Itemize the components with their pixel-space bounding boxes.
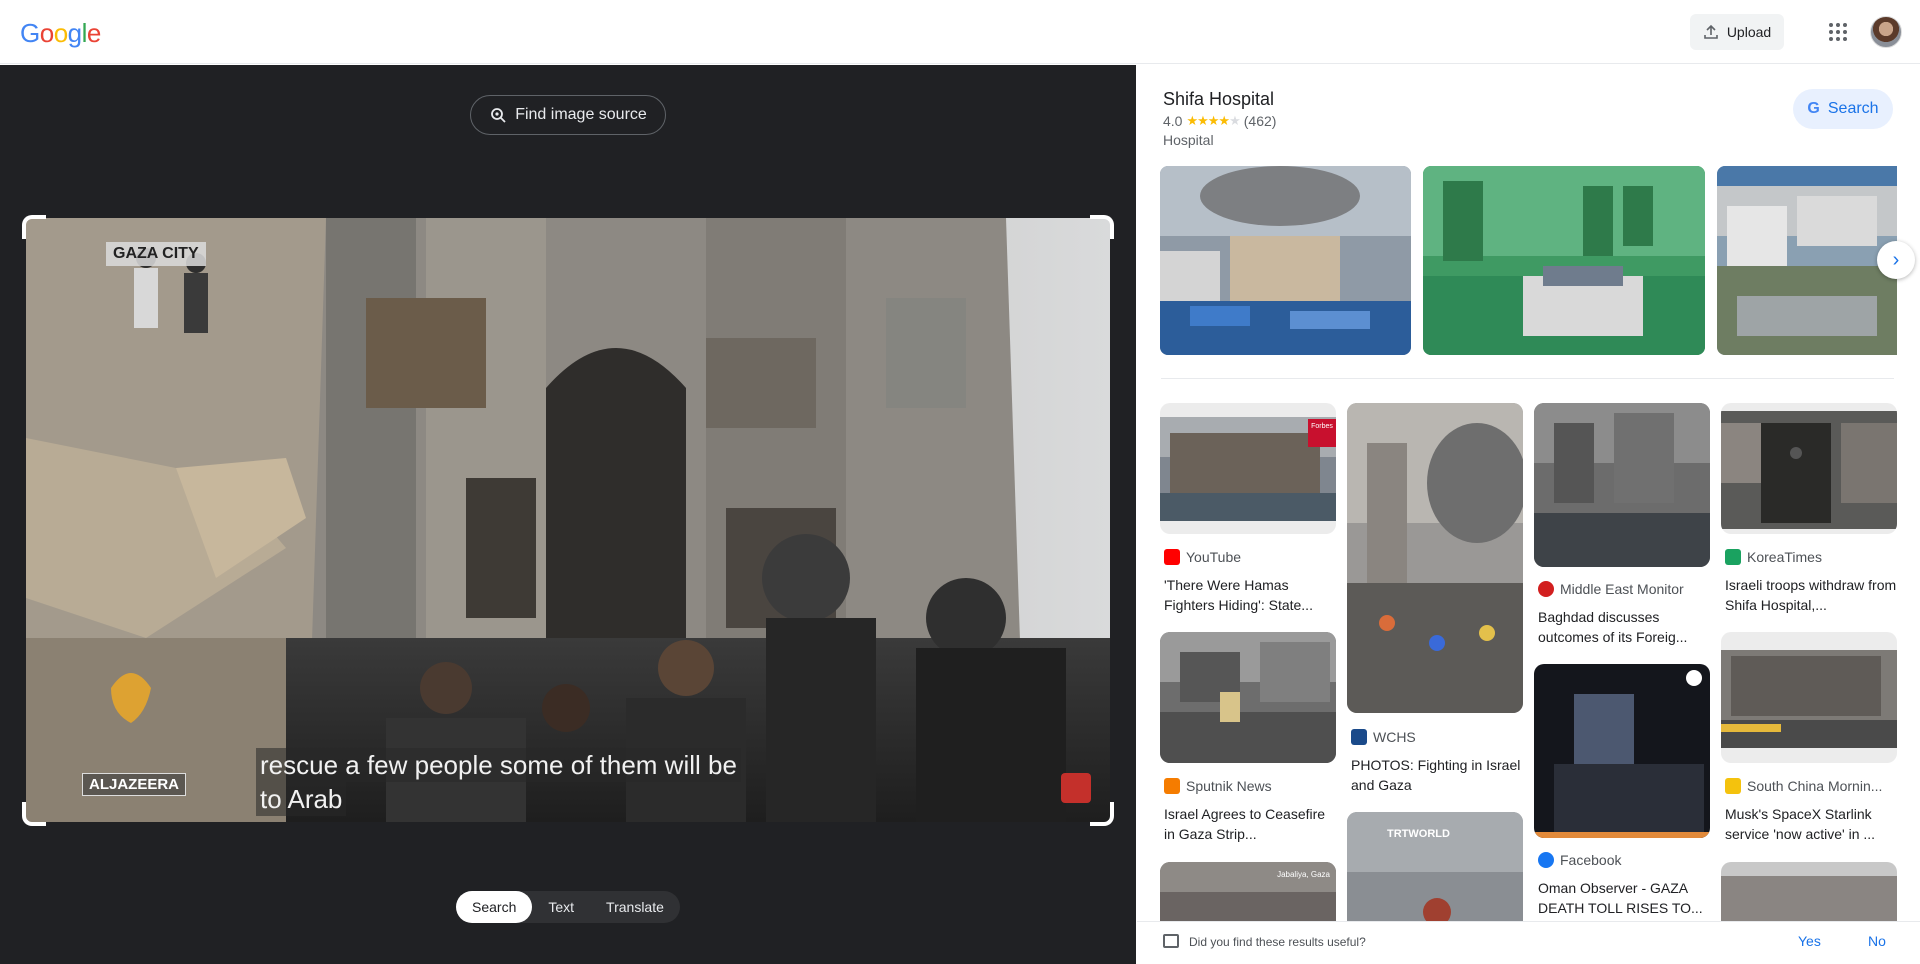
scmp-icon: [1725, 778, 1741, 794]
feedback-question: Did you find these results useful?: [1189, 935, 1366, 949]
location-tag: GAZA CITY: [106, 242, 206, 266]
caption-line-1: rescue a few people some of them will be: [256, 748, 741, 782]
rating-value: 4.0: [1163, 113, 1183, 129]
result-title: Israel Agrees to Ceasefire in Gaza Strip…: [1164, 806, 1326, 842]
result-source: South China Mornin...: [1725, 778, 1882, 794]
jabaliya-label: Jabaliya, Gaza: [1277, 870, 1330, 879]
feedback-bar: Did you find these results useful? Yes N…: [1137, 921, 1920, 964]
result-card-wchs[interactable]: WCHS PHOTOS: Fighting in Israel and Gaza: [1347, 403, 1523, 803]
result-title: Israeli troops withdraw from Shifa Hospi…: [1725, 577, 1897, 613]
result-source: WCHS: [1351, 729, 1416, 745]
place-title[interactable]: Shifa Hospital: [1163, 89, 1274, 110]
youtube-icon: [1164, 549, 1180, 565]
lens-search-icon: [491, 108, 506, 123]
place-type: Hospital: [1163, 132, 1214, 148]
result-thumbnail: TRTWORLD: [1347, 812, 1523, 921]
feedback-icon: [1163, 934, 1179, 948]
result-source: YouTube: [1164, 549, 1241, 565]
result-thumbnail: [1721, 403, 1897, 534]
result-title: Oman Observer - GAZA DEATH TOLL RISES TO…: [1538, 880, 1703, 916]
find-image-source-button[interactable]: Find image source: [470, 95, 666, 135]
result-card-koreatimes[interactable]: KoreaTimes Israeli troops withdraw from …: [1721, 403, 1897, 613]
result-source: Middle East Monitor: [1538, 581, 1684, 597]
koreatimes-icon: [1725, 549, 1741, 565]
result-thumbnail: [1721, 632, 1897, 763]
result-thumbnail: [1534, 664, 1710, 838]
upload-button[interactable]: Upload: [1690, 14, 1784, 50]
upload-icon: [1704, 24, 1718, 39]
result-card-scmp[interactable]: South China Mornin... Musk's SpaceX Star…: [1721, 632, 1897, 842]
forbes-badge: Forbes: [1311, 423, 1333, 430]
upload-label: Upload: [1726, 24, 1772, 40]
result-source: KoreaTimes: [1725, 549, 1822, 565]
google-logo[interactable]: Google: [20, 18, 101, 49]
result-source: Sputnik News: [1164, 778, 1272, 794]
feedback-no-button[interactable]: No: [1868, 933, 1886, 949]
result-card-trtworld[interactable]: TRTWORLD: [1347, 812, 1523, 921]
youtube-badge-icon: [1061, 773, 1091, 803]
crop-handle-top-right[interactable]: [1090, 215, 1114, 239]
mode-tab-search[interactable]: Search: [456, 891, 533, 923]
trtworld-label: TRTWORLD: [1387, 828, 1450, 840]
lens-mode-tabs: Search Text Translate: [456, 891, 680, 923]
account-avatar[interactable]: [1870, 16, 1902, 48]
find-image-source-label: Find image source: [515, 106, 647, 123]
place-image-2[interactable]: [1423, 166, 1705, 355]
result-card-facebook[interactable]: Facebook Oman Observer - GAZA DEATH TOLL…: [1534, 664, 1710, 921]
result-card-partial-2[interactable]: [1721, 862, 1897, 921]
crop-handle-top-left[interactable]: [22, 215, 46, 239]
middle-east-monitor-icon: [1538, 581, 1554, 597]
crop-handle-bottom-left[interactable]: [22, 802, 46, 826]
facebook-icon: [1538, 852, 1554, 868]
results-panel: Shifa Hospital 4.0 ★★★★★ (462) Hospital …: [1137, 65, 1920, 964]
place-search-label: Search: [1827, 100, 1879, 117]
crop-handle-bottom-right[interactable]: [1090, 802, 1114, 826]
video-caption: rescue a few people some of them will be…: [256, 748, 741, 816]
result-card-sputnik[interactable]: Sputnik News Israel Agrees to Ceasefire …: [1160, 632, 1336, 842]
result-title: 'There Were Hamas Fighters Hiding': Stat…: [1164, 577, 1313, 613]
result-card-youtube[interactable]: Forbes YouTube 'There Were Hamas Fighter…: [1160, 403, 1336, 613]
mode-tab-translate[interactable]: Translate: [590, 891, 680, 923]
selected-image[interactable]: GAZA CITY ALJAZEERA rescue a few people …: [26, 218, 1110, 822]
caption-line-2: to Arab: [256, 782, 347, 816]
mode-tab-text[interactable]: Text: [532, 891, 590, 923]
result-thumbnail: [1160, 632, 1336, 763]
result-card-middle-east-monitor[interactable]: Middle East Monitor Baghdad discusses ou…: [1534, 403, 1710, 653]
place-search-button[interactable]: G Search: [1793, 89, 1893, 129]
result-title: PHOTOS: Fighting in Israel and Gaza: [1351, 757, 1521, 793]
place-rating: 4.0 ★★★★★ (462): [1163, 113, 1276, 129]
result-thumbnail: [1347, 403, 1523, 713]
review-count: (462): [1243, 113, 1277, 129]
rating-stars-icon: ★★★★★: [1186, 113, 1240, 128]
broadcaster-logo: ALJAZEERA: [82, 773, 187, 796]
top-bar: Google Upload: [0, 0, 1920, 64]
result-thumbnail: Jabaliya, Gaza: [1160, 862, 1336, 921]
google-g-icon: G: [1807, 100, 1820, 117]
chevron-right-icon[interactable]: ›: [1877, 241, 1915, 279]
result-card-partial[interactable]: Jabaliya, Gaza: [1160, 862, 1336, 921]
result-thumbnail: [1721, 862, 1897, 921]
feedback-yes-button[interactable]: Yes: [1798, 933, 1821, 949]
result-thumbnail: [1534, 403, 1710, 567]
place-image-3[interactable]: [1717, 166, 1897, 355]
result-title: Baghdad discusses outcomes of its Foreig…: [1538, 609, 1688, 645]
lens-image-panel: Find image source GAZA CITY ALJAZEERA re…: [0, 65, 1136, 964]
result-title: Musk's SpaceX Starlink service 'now acti…: [1725, 806, 1876, 842]
result-thumbnail: Forbes: [1160, 403, 1336, 534]
result-source: Facebook: [1538, 852, 1621, 868]
apps-grid-icon[interactable]: [1826, 20, 1850, 44]
wchs-icon: [1351, 729, 1367, 745]
sputnik-icon: [1164, 778, 1180, 794]
place-image-1[interactable]: [1160, 166, 1411, 355]
section-divider: [1161, 378, 1894, 379]
